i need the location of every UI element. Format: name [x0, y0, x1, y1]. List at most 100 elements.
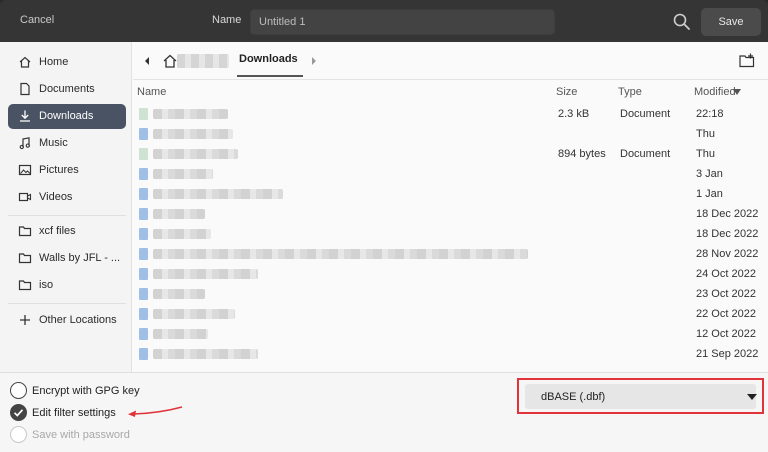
- name-label: Name: [212, 14, 242, 26]
- file-icon: [139, 308, 148, 320]
- document-icon: [20, 82, 30, 96]
- sidebar-item-music[interactable]: Music: [8, 131, 126, 156]
- file-size: 894 bytes: [558, 148, 606, 160]
- sidebar-item-xcf-files[interactable]: xcf files: [8, 219, 126, 244]
- file-list: Name Size Type Modified 2.3 kB Document …: [133, 80, 768, 372]
- sidebar-item-downloads[interactable]: Downloads: [8, 104, 126, 129]
- file-icon: [139, 268, 148, 280]
- file-type: Document: [620, 148, 671, 160]
- places-sidebar: Home Documents Downloads Music Pictures …: [0, 42, 132, 372]
- column-header-type[interactable]: Type: [618, 86, 642, 98]
- file-modified: 21 Sep 2022: [696, 348, 759, 360]
- sidebar-item-home[interactable]: Home: [8, 50, 126, 75]
- file-chooser-body: Home Documents Downloads Music Pictures …: [0, 42, 768, 452]
- sidebar-item-label: xcf files: [39, 225, 76, 237]
- file-name-blurred: [153, 249, 528, 259]
- search-icon[interactable]: [672, 12, 692, 32]
- file-modified: 24 Oct 2022: [696, 268, 756, 280]
- file-icon: [139, 208, 148, 220]
- file-name-blurred: [153, 309, 235, 319]
- download-icon: [20, 110, 30, 122]
- file-icon: [139, 228, 148, 240]
- sidebar-item-label: Pictures: [39, 164, 79, 176]
- sidebar-item-walls-by-jfl[interactable]: Walls by JFL - ...: [8, 246, 126, 271]
- file-icon: [139, 328, 148, 340]
- sidebar-item-label: Other Locations: [39, 314, 117, 326]
- checkmark-icon: [13, 408, 23, 417]
- file-modified: 3 Jan: [696, 168, 723, 180]
- path-bar: Downloads: [133, 42, 768, 80]
- file-icon: [139, 348, 148, 360]
- encrypt-checkbox[interactable]: [10, 382, 27, 399]
- table-row[interactable]: 1 Jan: [133, 184, 768, 204]
- file-modified: 1 Jan: [696, 188, 723, 200]
- file-size: 2.3 kB: [558, 108, 590, 120]
- folder-icon: [18, 226, 32, 237]
- sidebar-item-label: Documents: [39, 83, 95, 95]
- home-icon: [19, 56, 31, 68]
- sidebar-item-label: Walls by JFL - ...: [39, 252, 121, 264]
- table-row[interactable]: 18 Dec 2022: [133, 224, 768, 244]
- column-header-modified[interactable]: Modified: [694, 86, 736, 98]
- new-folder-icon[interactable]: [738, 52, 756, 70]
- sidebar-item-documents[interactable]: Documents: [8, 77, 126, 102]
- file-modified: 23 Oct 2022: [696, 288, 756, 300]
- table-row[interactable]: 24 Oct 2022: [133, 264, 768, 284]
- table-row[interactable]: 2.3 kB Document 22:18: [133, 104, 768, 124]
- file-icon: [139, 168, 148, 180]
- file-modified: 12 Oct 2022: [696, 328, 756, 340]
- table-row[interactable]: 894 bytes Document Thu: [133, 144, 768, 164]
- table-row[interactable]: 3 Jan: [133, 164, 768, 184]
- table-row[interactable]: 23 Oct 2022: [133, 284, 768, 304]
- table-row[interactable]: 21 Sep 2022: [133, 344, 768, 364]
- music-icon: [19, 137, 30, 150]
- file-name-blurred: [153, 329, 208, 339]
- annotation-arrow: [128, 406, 183, 417]
- file-modified: 28 Nov 2022: [696, 248, 759, 260]
- file-icon: [139, 288, 148, 300]
- file-icon: [139, 108, 148, 120]
- plus-icon: [20, 315, 30, 325]
- sidebar-item-videos[interactable]: Videos: [8, 185, 126, 210]
- table-row[interactable]: 18 Dec 2022: [133, 204, 768, 224]
- file-name-blurred: [153, 149, 238, 159]
- file-modified: 18 Dec 2022: [696, 228, 759, 240]
- sidebar-divider: [8, 215, 126, 216]
- file-modified: Thu: [696, 128, 715, 140]
- column-header-name[interactable]: Name: [137, 86, 166, 98]
- edit-filter-checkbox[interactable]: [10, 404, 27, 421]
- file-name-blurred: [153, 289, 205, 299]
- encrypt-label: Encrypt with GPG key: [32, 385, 140, 397]
- file-name-blurred: [153, 169, 213, 179]
- table-row[interactable]: 22 Oct 2022: [133, 304, 768, 324]
- table-row[interactable]: Thu: [133, 124, 768, 144]
- save-button[interactable]: Save: [701, 8, 761, 36]
- file-type-highlight: dBASE (.dbf): [517, 378, 764, 414]
- file-modified: 18 Dec 2022: [696, 208, 759, 220]
- sidebar-item-label: Videos: [39, 191, 73, 203]
- path-segment-blurred[interactable]: [177, 54, 229, 68]
- save-options-panel: Encrypt with GPG key Edit filter setting…: [0, 372, 768, 452]
- table-row[interactable]: 28 Nov 2022: [133, 244, 768, 264]
- file-modified: 22:18: [696, 108, 724, 120]
- file-type-selected: dBASE (.dbf): [541, 391, 606, 403]
- table-row[interactable]: 12 Oct 2022: [133, 324, 768, 344]
- sidebar-item-iso[interactable]: iso: [8, 273, 126, 298]
- path-segment-current[interactable]: Downloads: [239, 53, 298, 65]
- file-modified: 22 Oct 2022: [696, 308, 756, 320]
- filename-input[interactable]: [250, 9, 555, 35]
- file-name-blurred: [153, 269, 258, 279]
- sidebar-item-other-locations[interactable]: Other Locations: [8, 308, 126, 333]
- sidebar-item-label: iso: [39, 279, 54, 291]
- sidebar-item-pictures[interactable]: Pictures: [8, 158, 126, 183]
- file-type: Document: [620, 108, 671, 120]
- chevron-right-icon[interactable]: [309, 54, 319, 68]
- chevron-left-icon[interactable]: [141, 54, 153, 68]
- file-icon: [139, 148, 148, 160]
- sort-descending-icon[interactable]: [733, 89, 741, 95]
- cancel-button[interactable]: Cancel: [20, 14, 54, 26]
- column-header-size[interactable]: Size: [556, 86, 577, 98]
- sidebar-divider: [8, 303, 126, 304]
- header-bar: Cancel Name Save: [0, 0, 768, 42]
- file-type-dropdown[interactable]: dBASE (.dbf): [525, 384, 757, 409]
